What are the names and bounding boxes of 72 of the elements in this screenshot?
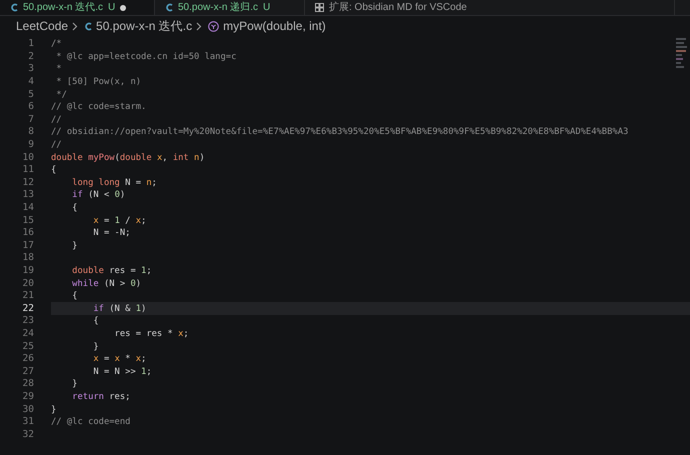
code-line: x = x * x; [92,353,146,366]
code-line: // @lc code=end [51,416,130,428]
line-number: 20 [22,278,34,290]
code-line: return res; [71,390,130,403]
chevron-icon [72,22,78,30]
line-number: 29 [22,390,34,403]
code-line: } [51,404,56,416]
line-number: 2 [27,50,34,63]
code-line: N = N >> 1; [92,366,152,378]
line-number: 32 [22,428,34,441]
code-line: { [71,290,78,302]
code-line: long long N = n; [71,176,157,189]
code-line: // obsidian://open?vault=My%20Note&file=%E7%AE%97%E6%B3%95%20%E5%BF%AB%E9%80%9F%E5%B9%82%20%E8%BF%AD%E4%BB%A3 [51,126,628,138]
c-file-icon [84,22,92,30]
code-line: double myPow(double x, int n) [51,152,205,164]
code-line: * [55,63,62,76]
line-number: 24 [22,328,34,340]
code-line: if (N & 1) [92,302,146,315]
code-line: // @lc code=starm. [51,101,146,114]
c-file-icon [10,3,18,12]
line-number: 17 [22,240,34,252]
line-number: 4 [27,76,34,88]
line-number: 7 [27,114,34,126]
line-number: 16 [22,227,34,240]
code-line: } [71,378,78,390]
code-line: * [50] Pow(x, n) [55,76,142,88]
code-line: N = -N; [92,227,130,240]
editor-tab[interactable]: 50.pow-x-n 迭代.c U [0,0,155,15]
breadcrumb-item[interactable]: 50.pow-x-n 迭代.c [96,17,192,35]
code-line: while (N > 0) [71,278,142,290]
code-line: { [51,164,56,176]
code-line: { [71,202,78,214]
line-number: 22 [22,302,34,315]
line-number: 5 [27,88,34,101]
code-line: res = res * x; [114,328,189,340]
line-number: 15 [22,214,34,227]
line-number: 21 [22,290,34,302]
line-number: 14 [22,202,34,214]
line-number: 6 [27,101,34,114]
code-line: // [51,139,62,152]
line-number: 27 [22,366,34,378]
line-number: 3 [27,63,34,76]
breadcrumb-item[interactable]: myPow(double, int) [223,17,326,35]
line-number: 13 [22,189,34,202]
line-number: 31 [22,416,34,428]
line-number: 19 [22,264,34,277]
code-line: // [51,114,62,126]
code-line: * @lc app=leetcode.cn id=50 lang=c [55,50,236,63]
code-line: */ [55,88,67,101]
breadcrumb-item[interactable]: LeetCode [16,17,68,35]
line-number: 10 [22,152,34,164]
line-number: 12 [22,176,34,189]
code-line: /* [51,38,62,50]
code-line: x = 1 / x; [92,214,146,227]
c-file-icon [165,3,173,12]
extension-icon [315,3,324,12]
line-number: 23 [22,315,34,328]
code-line: double res = 1; [71,264,152,277]
code-line: { [92,315,99,328]
line-number: 28 [22,378,34,390]
line-number: 25 [22,340,34,353]
line-number: 9 [27,139,34,152]
line-number: 1 [27,38,34,50]
code-line: } [71,240,78,252]
code-line: } [92,340,99,353]
line-number: 8 [27,126,34,138]
chevron-icon [196,22,202,30]
code-line: if (N < 0) [71,189,126,202]
line-number: 18 [22,252,34,264]
line-number: 30 [22,404,34,416]
line-number: 11 [22,164,34,176]
line-number: 26 [22,353,34,366]
